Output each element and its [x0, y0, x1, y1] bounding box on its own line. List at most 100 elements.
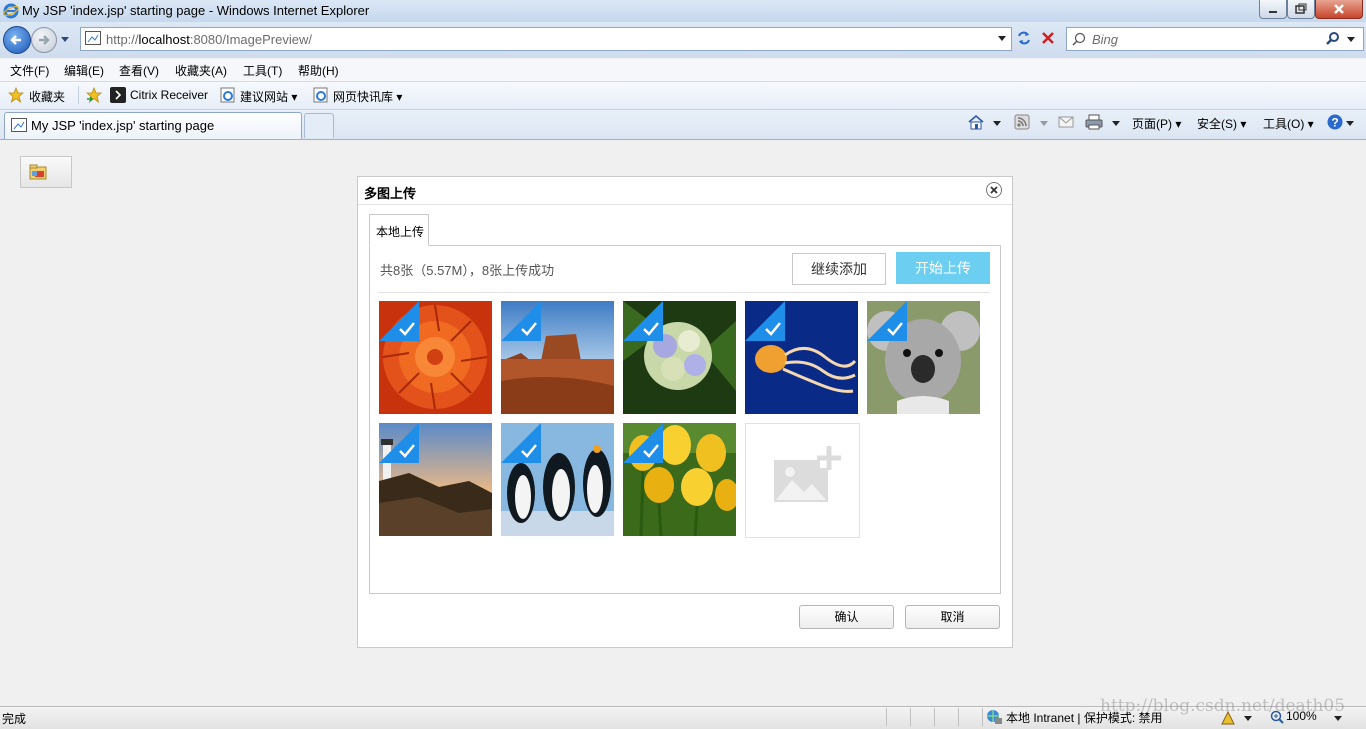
uploaded-check-icon	[379, 423, 419, 463]
refresh-icon[interactable]	[1013, 27, 1035, 49]
panel-divider	[378, 292, 990, 293]
add-image-slot[interactable]	[745, 423, 860, 538]
menu-help[interactable]: 帮助(H)	[298, 62, 339, 79]
close-icon	[1334, 4, 1344, 14]
image-thumbnail-tulips[interactable]	[623, 423, 736, 536]
uploaded-check-icon	[623, 301, 663, 341]
status-divider	[886, 708, 887, 726]
home-icon[interactable]	[967, 114, 985, 130]
cancel-button[interactable]: 取消	[905, 605, 1000, 629]
uploaded-check-icon	[501, 423, 541, 463]
zone-dropdown-icon[interactable]	[1244, 715, 1253, 724]
help-icon[interactable]: ?	[1327, 114, 1343, 130]
print-icon[interactable]	[1085, 114, 1103, 130]
upload-summary: 共8张（5.57M），8张上传成功	[380, 263, 555, 278]
menu-view[interactable]: 查看(V)	[119, 62, 159, 79]
restore-button[interactable]	[1287, 0, 1315, 19]
zoom-level[interactable]: 100%	[1286, 709, 1317, 723]
tab-local-upload[interactable]: 本地上传	[369, 214, 429, 246]
ie-logo-icon	[3, 3, 19, 19]
help-dropdown-icon[interactable]	[1346, 120, 1355, 129]
page-favicon-icon	[85, 31, 101, 45]
dialog-close-button[interactable]	[986, 182, 1002, 198]
mail-icon[interactable]	[1058, 115, 1074, 129]
menu-tools[interactable]: 工具(T)	[243, 62, 282, 79]
tab-active[interactable]: My JSP 'index.jsp' starting page	[4, 112, 302, 139]
restore-icon	[1295, 3, 1307, 14]
menu-bar: 文件(F) 编辑(E) 查看(V) 收藏夹(A) 工具(T) 帮助(H)	[0, 59, 1366, 82]
status-divider	[934, 708, 935, 726]
image-folder-icon	[29, 164, 47, 180]
status-divider	[910, 708, 911, 726]
zoom-icon[interactable]	[1270, 710, 1284, 724]
zoom-dropdown-icon[interactable]	[1334, 715, 1343, 724]
uploaded-check-icon	[867, 301, 907, 341]
uploaded-check-icon	[379, 301, 419, 341]
history-dropdown-icon[interactable]	[60, 34, 70, 44]
forward-button[interactable]	[31, 27, 57, 53]
protected-mode-icon[interactable]	[1220, 710, 1236, 726]
tab-label: My JSP 'index.jsp' starting page	[31, 118, 215, 133]
add-favorite-icon[interactable]	[86, 87, 104, 103]
close-window-button[interactable]	[1315, 0, 1363, 19]
address-dropdown-icon[interactable]	[998, 34, 1007, 43]
image-thumbnail-hydrangeas[interactable]	[623, 301, 736, 414]
search-placeholder: Bing	[1092, 32, 1119, 47]
ie-page-icon	[313, 87, 328, 103]
back-button[interactable]	[3, 26, 31, 54]
favorites-button[interactable]: 收藏夹	[29, 88, 65, 105]
tab-local-upload-label: 本地上传	[376, 225, 425, 239]
minimize-icon	[1269, 11, 1277, 13]
security-zone[interactable]: 本地 Intranet | 保护模式: 禁用	[1006, 709, 1162, 726]
tools-menu[interactable]: 工具(O) ▾	[1263, 115, 1314, 132]
search-box[interactable]: Bing	[1066, 27, 1364, 51]
upload-panel: 共8张（5.57M），8张上传成功 继续添加 开始上传	[369, 245, 1001, 594]
continue-add-button[interactable]: 继续添加	[792, 253, 886, 285]
home-dropdown-icon[interactable]	[993, 120, 1002, 129]
image-thumbnail-penguins[interactable]	[501, 423, 614, 536]
print-dropdown-icon[interactable]	[1112, 120, 1121, 129]
arrow-left-icon	[10, 35, 21, 45]
uploaded-check-icon	[501, 301, 541, 341]
minimize-button[interactable]	[1259, 0, 1287, 19]
image-thumbnail-jellyfish[interactable]	[745, 301, 858, 414]
fav-citrix-receiver[interactable]: Citrix Receiver	[130, 88, 208, 102]
image-thumbnail-chrysanthemum[interactable]	[379, 301, 492, 414]
page-favicon-icon	[11, 118, 27, 132]
favorites-divider	[78, 86, 79, 104]
image-thumbnail-desert[interactable]	[501, 301, 614, 414]
citrix-icon	[110, 87, 126, 103]
ie-page-icon	[220, 87, 235, 103]
safety-menu[interactable]: 安全(S) ▾	[1197, 115, 1246, 132]
confirm-button[interactable]: 确认	[799, 605, 894, 629]
search-dropdown-icon[interactable]	[1347, 35, 1356, 44]
menu-favorites[interactable]: 收藏夹(A)	[175, 62, 227, 79]
menu-file[interactable]: 文件(F)	[10, 62, 49, 79]
fav-suggested-sites[interactable]: 建议网站 ▾	[240, 88, 297, 105]
address-bar[interactable]: http://localhost:8080/ImagePreview/	[80, 27, 1012, 51]
stop-icon[interactable]	[1037, 27, 1059, 49]
feeds-icon[interactable]	[1014, 114, 1030, 130]
arrow-right-icon	[39, 35, 50, 45]
image-thumbnail-lighthouse[interactable]	[379, 423, 492, 536]
dialog-header: 多图上传	[358, 177, 1012, 205]
new-tab-button[interactable]	[304, 113, 334, 138]
feeds-dropdown-icon[interactable]	[1040, 120, 1049, 129]
svg-text:?: ?	[1331, 116, 1338, 130]
fav-web-slice-gallery[interactable]: 网页快讯库 ▾	[333, 88, 402, 105]
search-provider-icon	[1072, 32, 1086, 46]
upload-dialog: 多图上传 本地上传 共8张（5.57M），8张上传成功 继续添加 开始上传 确认…	[357, 176, 1013, 648]
search-icon[interactable]	[1325, 31, 1341, 47]
add-image-icon	[774, 446, 841, 502]
image-thumbnail-koala[interactable]	[867, 301, 980, 414]
status-divider	[982, 708, 983, 726]
close-icon	[990, 186, 998, 194]
url-text[interactable]: http://localhost:8080/ImagePreview/	[106, 32, 312, 47]
open-upload-button[interactable]	[20, 156, 72, 188]
uploaded-check-icon	[745, 301, 785, 341]
title-bar: My JSP 'index.jsp' starting page - Windo…	[0, 0, 1366, 22]
start-upload-button[interactable]: 开始上传	[896, 252, 990, 284]
page-menu[interactable]: 页面(P) ▾	[1132, 115, 1181, 132]
favorites-star-icon[interactable]	[8, 87, 24, 103]
menu-edit[interactable]: 编辑(E)	[64, 62, 104, 79]
